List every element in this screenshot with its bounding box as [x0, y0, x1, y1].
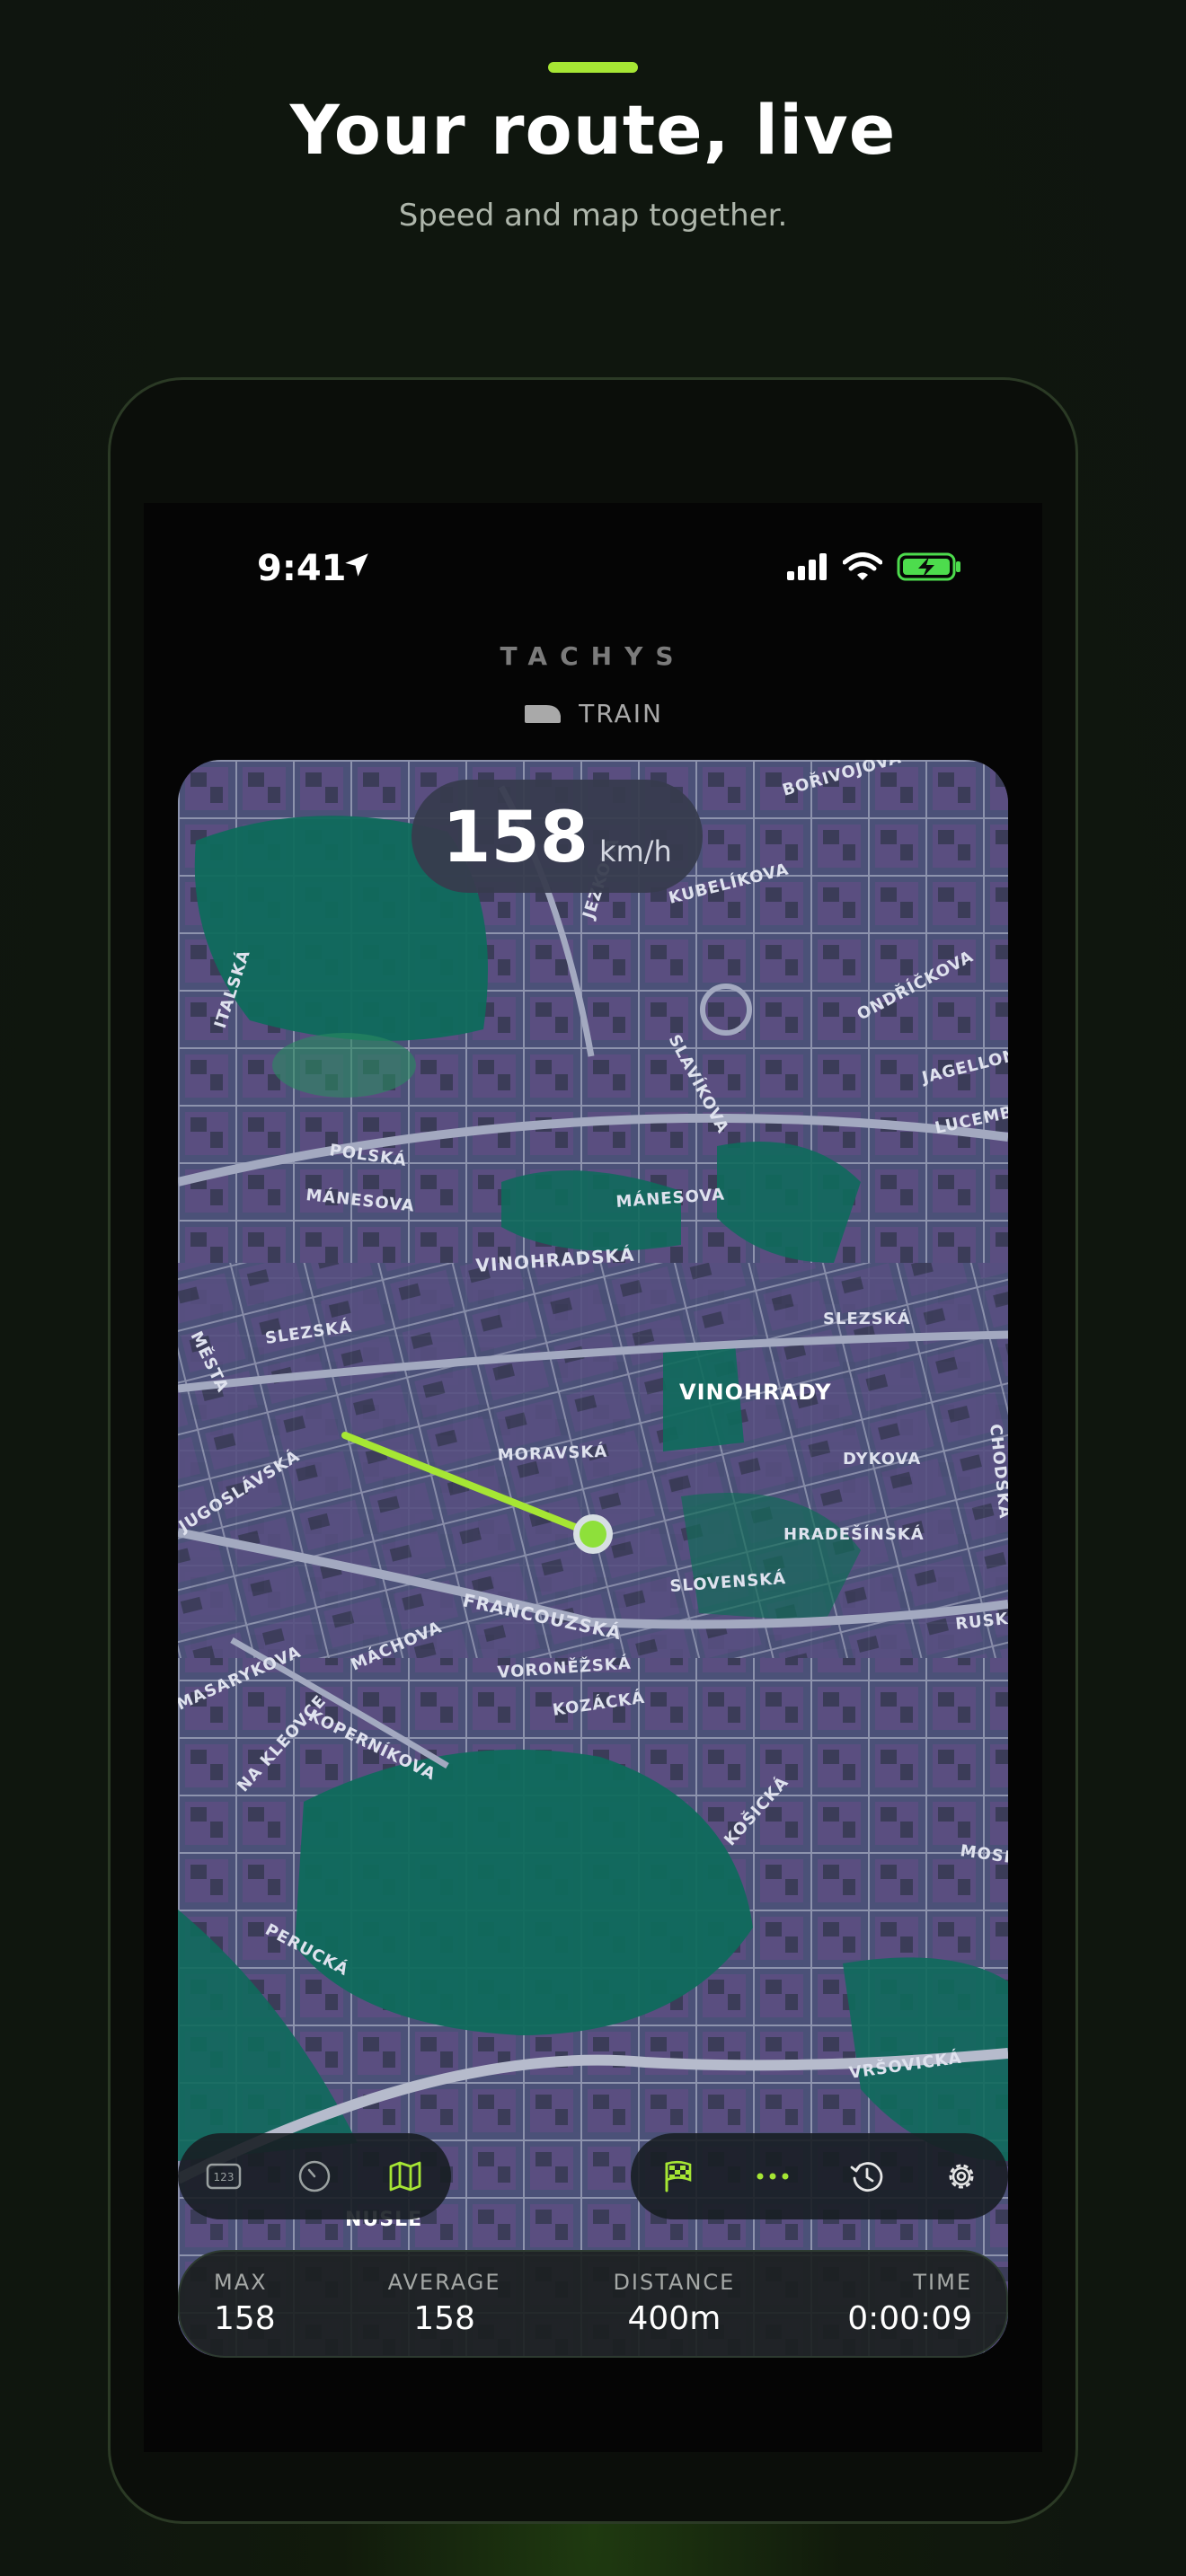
history-icon — [850, 2162, 882, 2192]
app-title: TACHYS — [500, 641, 686, 671]
accent-bar — [548, 62, 638, 73]
train-icon — [525, 704, 562, 723]
stat-time-label: TIME — [913, 2270, 972, 2295]
speed-readout: 158 km/h — [412, 780, 703, 893]
district-label: VINOHRADY — [679, 1380, 832, 1405]
numeric-view-button[interactable]: 123 — [197, 2149, 251, 2203]
cellular-signal-icon — [787, 553, 827, 580]
speed-unit: km/h — [599, 834, 672, 869]
status-icons — [785, 551, 961, 582]
speedometer-view-button[interactable] — [288, 2149, 341, 2203]
actions-toolbar — [631, 2133, 1008, 2219]
street-label: HRADEŠÍNSKÁ — [783, 1524, 925, 1544]
trip-stats-panel: MAX 158 AVERAGE 158 DISTANCE 400m TIME 0… — [178, 2250, 1008, 2358]
wifi-icon — [843, 552, 882, 580]
speed-value: 158 — [442, 798, 589, 878]
map-icon — [389, 2161, 421, 2192]
finish-button[interactable] — [651, 2149, 705, 2203]
status-time: 9:41 — [257, 548, 347, 589]
street-label: SLEZSKÁ — [823, 1309, 911, 1328]
checkered-flag-icon — [665, 2160, 691, 2192]
promo-headline: Your route, live — [289, 90, 897, 170]
map-view-button[interactable] — [378, 2149, 432, 2203]
stat-max: MAX 158 — [214, 2270, 276, 2356]
settings-button[interactable] — [934, 2149, 988, 2203]
battery-charging-icon — [897, 552, 960, 581]
transport-mode[interactable]: TRAIN — [144, 699, 1042, 728]
speedometer-icon — [298, 2160, 331, 2192]
street-label: MORAVSKÁ — [497, 1442, 607, 1465]
stat-max-label: MAX — [214, 2270, 268, 2295]
stat-distance-label: DISTANCE — [613, 2270, 736, 2295]
stat-distance: DISTANCE 400m — [613, 2270, 735, 2356]
stat-average: AVERAGE 158 — [388, 2270, 501, 2356]
stat-average-value: 158 — [413, 2300, 475, 2337]
stat-max-value: 158 — [214, 2300, 276, 2337]
history-button[interactable] — [840, 2149, 894, 2203]
promo-subheadline: Speed and map together. — [398, 198, 788, 234]
stat-time-value: 0:00:09 — [847, 2300, 972, 2337]
svg-text:123: 123 — [213, 2171, 234, 2183]
settings-gear-icon — [949, 2164, 973, 2189]
more-button[interactable] — [746, 2149, 800, 2203]
view-mode-toolbar: 123 — [178, 2133, 451, 2219]
numeric-display-icon: 123 — [206, 2163, 241, 2190]
stat-average-label: AVERAGE — [387, 2270, 501, 2295]
stat-distance-value: 400m — [627, 2300, 721, 2337]
location-arrow-icon — [345, 553, 368, 577]
more-dots-icon — [757, 2173, 788, 2180]
street-label: DYKOVA — [843, 1450, 921, 1469]
transport-mode-label: TRAIN — [579, 699, 663, 728]
route-map[interactable]: BOŘIVOJOVA KUBELÍKOVA ITALSKÁ SLAVÍKOVA … — [178, 760, 1008, 2357]
stat-time: TIME 0:00:09 — [847, 2270, 972, 2356]
map-canvas: BOŘIVOJOVA KUBELÍKOVA ITALSKÁ SLAVÍKOVA … — [178, 760, 1008, 2357]
